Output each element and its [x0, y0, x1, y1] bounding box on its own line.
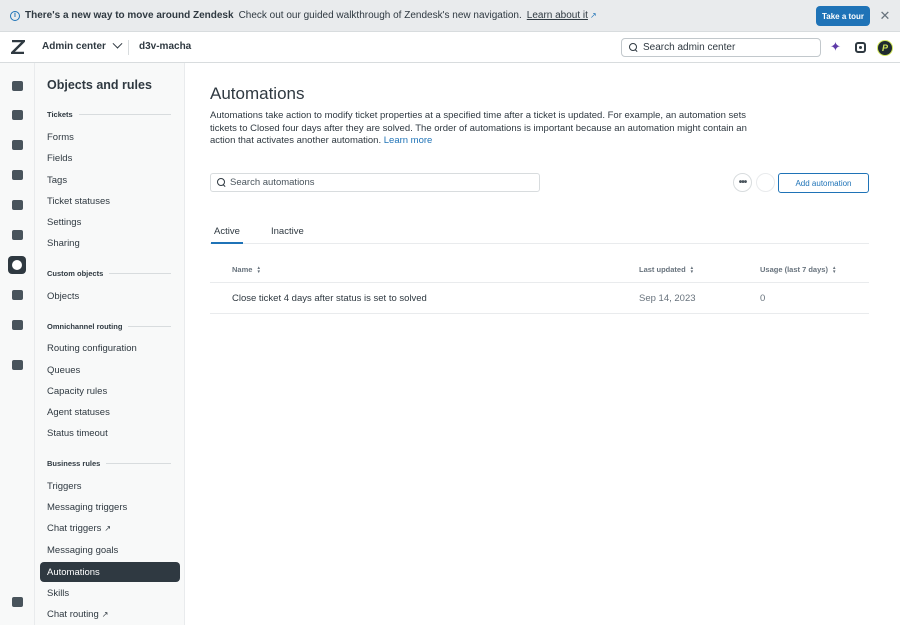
- nav-section-omnichannel: Omnichannel routing: [47, 322, 171, 331]
- zendesk-logo-icon[interactable]: [11, 40, 25, 54]
- sidebar-item-automations[interactable]: Automations: [40, 562, 180, 582]
- sidebar-item-label: Chat triggers: [47, 522, 102, 534]
- external-link-icon: ↗: [101, 609, 109, 619]
- ai-sparkle-icon[interactable]: ✦: [830, 40, 842, 53]
- icon-rail: [0, 63, 35, 625]
- automations-table: Name ▲ ▼ Last updated ▲ ▼ Usage (last 7 da…: [210, 256, 869, 314]
- sidebar-nav: Objects and rules Tickets Forms Fields T…: [35, 63, 185, 625]
- nav-section-business-rules: Business rules: [47, 459, 171, 468]
- sidebar-item-tags[interactable]: Tags: [40, 170, 180, 190]
- sidebar-item-agent-statuses[interactable]: Agent statuses: [40, 402, 180, 422]
- search-automations-input[interactable]: Search automations: [210, 173, 540, 192]
- table-row[interactable]: Close ticket 4 days after status is set …: [210, 283, 869, 314]
- product-switcher[interactable]: Admin center: [42, 38, 123, 52]
- description-text: Automations take action to modify ticket…: [210, 110, 747, 146]
- status-indicator: [756, 173, 775, 192]
- nav-section-tickets: Tickets: [47, 110, 171, 119]
- search-icon: [217, 178, 226, 187]
- chevron-down-icon: [112, 38, 123, 49]
- more-options-button[interactable]: •••: [733, 173, 752, 192]
- external-link-icon: ↗: [104, 523, 112, 533]
- sort-icon: ▲ ▼: [831, 265, 837, 274]
- sidebar-item-sharing[interactable]: Sharing: [40, 233, 180, 253]
- ai-icon[interactable]: [8, 196, 26, 214]
- add-automation-button[interactable]: Add automation: [778, 173, 869, 193]
- last-updated-value: Sep 14, 2023: [639, 293, 696, 304]
- search-admin-input[interactable]: Search admin center: [621, 38, 821, 57]
- apps-integrations-icon[interactable]: [8, 286, 26, 304]
- sort-icon: ▲ ▼: [689, 265, 695, 274]
- sidebar-item-chat-triggers[interactable]: Chat triggers ↗: [40, 518, 180, 538]
- search-automations-placeholder: Search automations: [230, 177, 315, 188]
- column-header-usage[interactable]: Usage (last 7 days) ▲ ▼: [760, 265, 836, 274]
- banner-title: There's a new way to move around Zendesk: [25, 10, 234, 21]
- page-description: Automations take action to modify ticket…: [210, 110, 770, 148]
- avatar[interactable]: P: [877, 40, 893, 56]
- sidebar-item-label: Chat routing: [47, 608, 99, 620]
- page-title: Automations: [210, 84, 305, 103]
- search-icon: [629, 43, 638, 52]
- workspaces-icon[interactable]: [8, 226, 26, 244]
- sidebar-item-queues[interactable]: Queues: [40, 360, 180, 380]
- getting-started-icon[interactable]: [8, 356, 26, 374]
- sidebar-item-forms[interactable]: Forms: [40, 127, 180, 147]
- search-admin-placeholder: Search admin center: [643, 42, 736, 53]
- sidebar-item-triggers[interactable]: Triggers: [40, 476, 180, 496]
- column-header-last-updated[interactable]: Last updated ▲ ▼: [639, 265, 694, 274]
- home-icon[interactable]: [8, 77, 26, 95]
- sidebar-item-status-timeout[interactable]: Status timeout: [40, 423, 180, 443]
- announcement-banner: i There's a new way to move around Zende…: [0, 0, 900, 32]
- learn-more-link[interactable]: Learn more: [384, 135, 433, 146]
- column-header-name[interactable]: Name ▲ ▼: [232, 265, 261, 274]
- sidebar-item-objects[interactable]: Objects: [40, 286, 180, 306]
- close-icon[interactable]: ✕: [879, 9, 891, 23]
- sidebar-item-capacity-rules[interactable]: Capacity rules: [40, 381, 180, 401]
- apps-icon[interactable]: [855, 42, 866, 53]
- top-bar: Admin center d3v-macha Search admin cent…: [0, 32, 900, 63]
- tab-active[interactable]: Active: [211, 226, 243, 244]
- automation-name[interactable]: Close ticket 4 days after status is set …: [232, 293, 427, 304]
- column-header-label: Usage (last 7 days): [760, 265, 828, 274]
- usage-value: 0: [760, 293, 766, 304]
- sidebar-item-routing-configuration[interactable]: Routing configuration: [40, 338, 180, 358]
- banner-message: Check out our guided walkthrough of Zend…: [238, 10, 522, 21]
- sidebar-item-settings[interactable]: Settings: [40, 212, 180, 232]
- nav-section-custom-objects: Custom objects: [47, 269, 171, 278]
- divider: [128, 40, 129, 55]
- product-name: Admin center: [42, 41, 106, 52]
- external-link-icon: ↗: [589, 11, 597, 20]
- column-header-label: Last updated: [639, 265, 686, 274]
- tab-list: Active Inactive: [210, 226, 869, 244]
- people-icon[interactable]: [8, 136, 26, 154]
- objects-rules-icon[interactable]: [8, 256, 26, 274]
- nav-title: Objects and rules: [47, 78, 152, 92]
- sidebar-item-messaging-triggers[interactable]: Messaging triggers: [40, 497, 180, 517]
- sidebar-item-messaging-goals[interactable]: Messaging goals: [40, 540, 180, 560]
- channels-icon[interactable]: [8, 166, 26, 184]
- sidebar-item-skills[interactable]: Skills: [40, 583, 180, 603]
- info-icon: i: [10, 10, 20, 21]
- subdomain: d3v-macha: [139, 41, 192, 52]
- account-icon[interactable]: [8, 106, 26, 124]
- take-tour-button[interactable]: Take a tour: [816, 6, 870, 26]
- banner-learn-link[interactable]: Learn about it: [527, 10, 588, 21]
- table-header: Name ▲ ▼ Last updated ▲ ▼ Usage (last 7 da…: [210, 256, 869, 283]
- column-header-label: Name: [232, 265, 253, 274]
- sort-icon: ▲ ▼: [256, 265, 261, 274]
- sidebar-item-ticket-statuses[interactable]: Ticket statuses: [40, 191, 180, 211]
- sidebar-item-chat-routing[interactable]: Chat routing ↗: [40, 604, 180, 624]
- security-icon[interactable]: [8, 316, 26, 334]
- collapse-sidebar-icon[interactable]: [8, 593, 26, 611]
- tab-inactive[interactable]: Inactive: [268, 226, 307, 244]
- sidebar-item-fields[interactable]: Fields: [40, 148, 180, 168]
- main-content: Automations Automations take action to m…: [185, 63, 900, 625]
